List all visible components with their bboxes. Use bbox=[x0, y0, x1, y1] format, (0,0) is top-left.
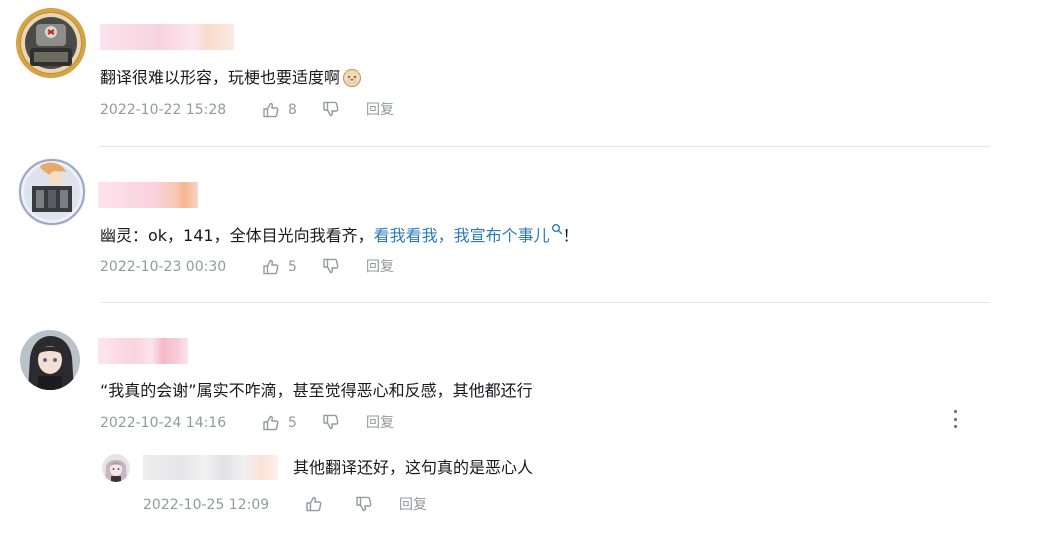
timestamp: 2022-10-23 00:30 bbox=[100, 259, 227, 275]
timestamp: 2022-10-25 12:09 bbox=[143, 497, 270, 513]
comment-meta: 2022-10-24 14:16 5 回复 bbox=[100, 413, 440, 433]
comment-meta: 2022-10-23 00:30 5 回复 bbox=[100, 257, 440, 277]
comment-body: 翻译很难以形容，玩梗也要适度啊 bbox=[100, 68, 341, 87]
timestamp: 2022-10-24 14:16 bbox=[100, 415, 227, 431]
dot bbox=[953, 417, 957, 421]
like-count: 5 bbox=[288, 259, 297, 275]
avatar-image bbox=[16, 8, 86, 78]
divider bbox=[100, 302, 990, 303]
like-count: 5 bbox=[288, 415, 297, 431]
avatar[interactable] bbox=[16, 8, 86, 78]
thumbs-up-icon bbox=[263, 102, 279, 118]
reply-button[interactable]: 回复 bbox=[366, 413, 394, 433]
thumbs-up-icon bbox=[263, 259, 279, 275]
username-blurred[interactable] bbox=[100, 24, 234, 50]
divider bbox=[100, 146, 990, 147]
comment-body-prefix: 幽灵：ok，141，全体目光向我看齐， bbox=[100, 226, 374, 245]
avatar-image bbox=[18, 158, 86, 226]
dot bbox=[953, 425, 957, 428]
comment-body: “我真的会谢”属实不咋滴，甚至觉得恶心和反感，其他都还行 bbox=[100, 381, 533, 400]
dislike-button[interactable] bbox=[322, 100, 340, 118]
sub-reply-body: 其他翻译还好，这句真的是恶心人 bbox=[293, 458, 534, 477]
like-button[interactable]: 5 bbox=[262, 413, 297, 433]
more-options-icon[interactable] bbox=[948, 408, 962, 430]
sub-reply-username-blurred[interactable] bbox=[143, 455, 278, 480]
avatar-image bbox=[20, 330, 80, 390]
comment-meta: 2022-10-22 15:28 8 回复 bbox=[100, 100, 440, 120]
avatar[interactable] bbox=[20, 330, 80, 390]
comment-text: “我真的会谢”属实不咋滴，甚至觉得恶心和反感，其他都还行 bbox=[100, 379, 533, 403]
search-icon[interactable] bbox=[551, 223, 563, 235]
dislike-button[interactable] bbox=[322, 413, 340, 431]
thumbs-up-icon bbox=[263, 415, 279, 431]
thumbs-up-icon bbox=[306, 496, 322, 512]
reply-button[interactable]: 回复 bbox=[366, 257, 394, 277]
avatar[interactable] bbox=[18, 158, 86, 226]
like-button[interactable] bbox=[305, 495, 323, 513]
timestamp: 2022-10-22 15:28 bbox=[100, 102, 227, 118]
thumbs-down-icon bbox=[323, 414, 339, 430]
reply-button[interactable]: 回复 bbox=[399, 495, 427, 515]
username-blurred[interactable] bbox=[98, 338, 188, 364]
thumbs-down-icon bbox=[323, 258, 339, 274]
comment-text: 翻译很难以形容，玩梗也要适度啊 bbox=[100, 66, 362, 90]
dislike-button[interactable] bbox=[322, 257, 340, 275]
dot bbox=[953, 410, 957, 413]
like-count: 8 bbox=[288, 102, 297, 118]
username-blurred[interactable] bbox=[98, 182, 198, 208]
avatar-image bbox=[102, 454, 130, 482]
sub-reply-avatar[interactable] bbox=[102, 454, 130, 482]
thumbs-down-icon bbox=[323, 101, 339, 117]
comment-text: 幽灵：ok，141，全体目光向我看齐，看我看我，我宣布个事儿 ！ bbox=[100, 223, 579, 248]
like-button[interactable]: 5 bbox=[262, 257, 297, 277]
sub-reply-meta: 2022-10-25 12:09 回复 bbox=[143, 495, 463, 515]
reply-button[interactable]: 回复 bbox=[366, 100, 394, 120]
search-link[interactable]: 看我看我，我宣布个事儿 bbox=[374, 226, 550, 245]
dislike-button[interactable] bbox=[355, 495, 373, 513]
like-button[interactable]: 8 bbox=[262, 100, 297, 120]
thumbs-down-icon bbox=[356, 496, 372, 512]
doge-emoji-icon bbox=[343, 69, 362, 87]
sub-reply-text: 其他翻译还好，这句真的是恶心人 bbox=[293, 456, 533, 480]
comment-body-suffix: ！ bbox=[562, 226, 579, 245]
